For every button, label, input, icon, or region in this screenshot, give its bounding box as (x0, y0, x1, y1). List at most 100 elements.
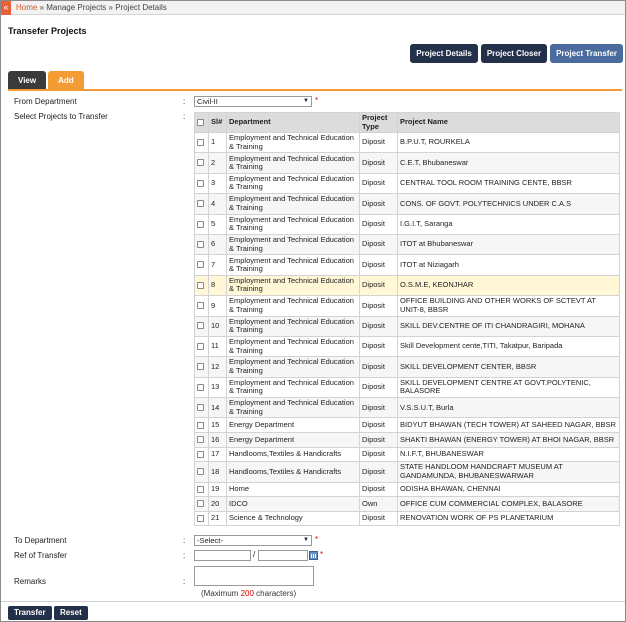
row-checkbox[interactable] (197, 421, 204, 429)
ref-of-transfer-label: Ref of Transfer (14, 551, 67, 560)
table-row[interactable]: 14 Employment and Technical Education & T… (194, 397, 620, 419)
cell-sl: 21 (208, 510, 227, 527)
cell-department: Employment and Technical Education & Tra… (226, 213, 360, 235)
table-row[interactable]: 9 Employment and Technical Education & Tr… (194, 295, 620, 317)
row-checkbox[interactable] (197, 281, 204, 289)
row-checkbox[interactable] (197, 159, 204, 167)
row-checkbox[interactable] (197, 404, 204, 412)
table-row[interactable]: 2 Employment and Technical Education & Tr… (194, 152, 620, 174)
row-checkbox[interactable] (197, 220, 204, 228)
row-checkbox[interactable] (197, 261, 204, 269)
row-checkbox-cell (194, 496, 209, 512)
ref-number-input[interactable] (194, 550, 251, 561)
row-checkbox[interactable] (197, 302, 204, 310)
cell-project-name: STATE HANDLOOM HANDCRAFT MUSEUM AT GANDA… (397, 461, 620, 483)
cell-project-type: Diposit (359, 254, 398, 276)
to-department-select[interactable]: -Select- ▼ (194, 535, 312, 546)
cell-sl: 14 (208, 397, 227, 419)
tab-view[interactable]: View (8, 71, 47, 90)
row-checkbox[interactable] (197, 138, 204, 146)
table-row[interactable]: 10 Employment and Technical Education & T… (194, 315, 620, 337)
table-row[interactable]: 1 Employment and Technical Education & Tr… (194, 131, 620, 154)
row-checkbox-cell (194, 335, 209, 358)
cell-department: Home (226, 481, 360, 498)
project-details-button[interactable]: Project Details (410, 44, 478, 63)
table-row[interactable]: 5 Employment and Technical Education & Tr… (194, 213, 620, 235)
cell-project-name: O.S.M.E, KEONJHAR (397, 274, 620, 297)
table-row[interactable]: 13 Employment and Technical Education & T… (194, 376, 620, 399)
cell-project-type: Diposit (359, 461, 398, 483)
row-checkbox[interactable] (197, 383, 204, 391)
project-transfer-button[interactable]: Project Transfer (550, 44, 623, 63)
cell-project-name: V.S.S.U.T, Burla (397, 397, 620, 419)
tab-add[interactable]: Add (48, 71, 84, 90)
row-checkbox[interactable] (197, 179, 204, 187)
row-checkbox[interactable] (197, 240, 204, 248)
table-row[interactable]: 12 Employment and Technical Education & T… (194, 356, 620, 378)
header-sl: Sl# (208, 112, 227, 133)
calendar-icon[interactable] (309, 551, 318, 560)
row-checkbox[interactable] (197, 500, 204, 508)
table-row[interactable]: 15 Energy Department Diposit BIDYUT BHAWAN … (194, 417, 620, 434)
cell-department: Employment and Technical Education & Tra… (226, 295, 360, 317)
breadcrumb-home[interactable]: Home (16, 3, 37, 12)
max-characters-note: (Maximum 200 characters) (201, 589, 296, 598)
cell-department: IDCO (226, 496, 360, 512)
from-department-label: From Department (14, 97, 77, 106)
dropdown-arrow-icon: ▼ (303, 537, 309, 543)
row-checkbox-cell (194, 315, 209, 337)
cell-sl: 6 (208, 233, 227, 256)
row-checkbox[interactable] (197, 363, 204, 371)
cell-department: Employment and Technical Education & Tra… (226, 131, 360, 154)
cell-project-name: B.P.U.T, ROURKELA (397, 131, 620, 154)
cell-project-type: Diposit (359, 335, 398, 358)
table-row[interactable]: 6 Employment and Technical Education & Tr… (194, 233, 620, 256)
project-closer-button[interactable]: Project Closer (480, 44, 548, 63)
row-checkbox-cell (194, 432, 209, 448)
table-row[interactable]: 20 IDCO Own OFFICE CUM COMMERCIAL COMPLEX, … (194, 496, 620, 512)
cell-department: Employment and Technical Education & Tra… (226, 254, 360, 276)
table-row[interactable]: 16 Energy Department Diposit SHAKTI BHAWAN … (194, 432, 620, 448)
row-checkbox-cell (194, 233, 209, 256)
transfer-button[interactable]: Transfer (8, 606, 52, 620)
table-row[interactable]: 19 Home Diposit ODISHA BHAWAN, CHENNAI (194, 481, 620, 498)
cell-project-name: SKILL DEV.CENTRE OF ITI CHANDRAGIRI, MOH… (397, 315, 620, 337)
table-row[interactable]: 17 Handlooms,Textiles & Handicrafts Diposi… (194, 446, 620, 463)
table-row[interactable]: 7 Employment and Technical Education & Tr… (194, 254, 620, 276)
reset-button[interactable]: Reset (54, 606, 88, 620)
row-checkbox-cell (194, 510, 209, 527)
row-checkbox[interactable] (197, 468, 204, 476)
row-checkbox[interactable] (197, 514, 204, 522)
row-checkbox[interactable] (197, 436, 204, 444)
cell-project-type: Diposit (359, 152, 398, 174)
header-project-name: Project Name (397, 112, 620, 133)
row-checkbox-cell (194, 356, 209, 378)
collapse-arrow-icon[interactable]: « (1, 1, 11, 15)
from-department-select[interactable]: Civil-II ▼ (194, 96, 312, 107)
cell-project-type: Diposit (359, 376, 398, 399)
table-row[interactable]: 8 Employment and Technical Education & Tr… (194, 274, 620, 297)
table-row[interactable]: 3 Employment and Technical Education & Tr… (194, 172, 620, 195)
required-marker: * (315, 535, 319, 544)
select-all-checkbox[interactable] (197, 118, 204, 126)
cell-project-type: Diposit (359, 213, 398, 235)
table-row[interactable]: 11 Employment and Technical Education & T… (194, 335, 620, 358)
cell-project-type: Diposit (359, 295, 398, 317)
table-row[interactable]: 18 Handlooms,Textiles & Handicrafts Diposi… (194, 461, 620, 483)
row-checkbox[interactable] (197, 485, 204, 493)
cell-sl: 13 (208, 376, 227, 399)
row-checkbox[interactable] (197, 342, 204, 350)
tab-underline (8, 89, 622, 91)
ref-date-input[interactable] (258, 550, 308, 561)
row-checkbox[interactable] (197, 450, 204, 458)
table-row[interactable]: 4 Employment and Technical Education & Tr… (194, 193, 620, 215)
row-checkbox[interactable] (197, 322, 204, 330)
remarks-textarea[interactable] (194, 566, 314, 586)
colon: : (183, 97, 186, 106)
colon: : (183, 551, 186, 560)
cell-department: Employment and Technical Education & Tra… (226, 152, 360, 174)
cell-project-name: OFFICE BUILDING AND OTHER WORKS OF SCTEV… (397, 295, 620, 317)
row-checkbox[interactable] (197, 200, 204, 208)
table-row[interactable]: 21 Science & Technology Diposit RENOVATION … (194, 510, 620, 527)
breadcrumb-manage-projects[interactable]: Manage Projects (46, 3, 106, 12)
